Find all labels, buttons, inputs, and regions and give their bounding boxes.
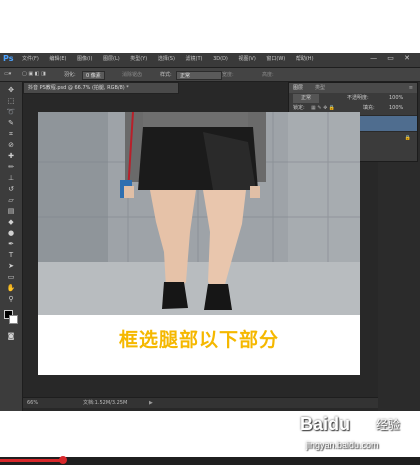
quick-selection-tool-icon[interactable]: ✎ <box>5 119 17 128</box>
layers-panel-header: 图层 类型 ≡ <box>289 83 417 93</box>
history-brush-tool-icon[interactable]: ↺ <box>5 185 17 194</box>
feather-label: 羽化: <box>64 72 76 78</box>
pen-tool-icon[interactable]: ✒ <box>5 240 17 249</box>
layer-lock-icon: 🔒 <box>404 135 411 141</box>
background-color-swatch[interactable] <box>9 315 18 324</box>
window-controls[interactable]: — ▭ ✕ <box>370 54 414 62</box>
rectangular-marquee-tool-icon[interactable]: ⬚ <box>5 97 17 106</box>
rectangle-tool-icon[interactable]: ▭ <box>5 273 17 282</box>
style-label: 样式: <box>160 72 172 78</box>
menu-type[interactable]: 类型(Y) <box>130 56 147 62</box>
opacity-label: 不透明度: <box>347 95 369 101</box>
hand-tool-icon[interactable]: ✋ <box>5 284 17 293</box>
blend-row: 正常 不透明度: 100% <box>289 94 417 103</box>
menu-edit[interactable]: 编辑(E) <box>49 56 66 62</box>
menu-image[interactable]: 图像(I) <box>77 56 92 62</box>
tutorial-caption: 框选腿部以下部分 <box>118 329 279 351</box>
menu-filter[interactable]: 滤镜(T) <box>186 56 203 62</box>
height-label: 高度: <box>262 72 274 78</box>
menu-layer[interactable]: 图层(L) <box>103 56 120 62</box>
menu-select[interactable]: 选择(S) <box>158 56 175 62</box>
opacity-input[interactable]: 100% <box>389 94 403 103</box>
dodge-tool-icon[interactable]: ● <box>5 229 17 238</box>
menu-view[interactable]: 视图(V) <box>238 56 255 62</box>
status-bar: 66% 文档:1.52M/3.25M ▶ <box>23 397 378 408</box>
document-canvas[interactable]: 框选腿部以下部分 <box>38 112 360 375</box>
baidu-jingyan-watermark: Baidu 经验 jingyan.baidu.com <box>300 410 415 456</box>
clone-stamp-tool-icon[interactable]: ⊥ <box>5 174 17 183</box>
menu-bar: Ps 文件(F) 编辑(E) 图像(I) 图层(L) 类型(Y) 选择(S) 滤… <box>0 53 420 68</box>
blend-mode-select[interactable]: 正常 <box>293 94 320 103</box>
move-tool-icon[interactable]: ✥ <box>5 86 17 95</box>
caption-area: 框选腿部以下部分 <box>38 315 360 375</box>
fill-input[interactable]: 100% <box>389 104 403 113</box>
tools-panel: ✥ ⬚ ➰ ✎ ⌗ ⊘ ✚ ✏ ⊥ ↺ ▱ ▤ ◆ ● ✒ T ➤ ▭ ✋ ⚲ … <box>0 82 23 411</box>
eyedropper-tool-icon[interactable]: ⊘ <box>5 141 17 150</box>
status-arrow-icon[interactable]: ▶ <box>149 398 153 408</box>
brush-tool-icon[interactable]: ✏ <box>5 163 17 172</box>
style-select[interactable]: 正常 <box>176 71 222 80</box>
selection-mode-icons[interactable]: ▢ ▣ ◧ ◨ <box>22 71 46 77</box>
panel-menu-icon[interactable]: ≡ <box>409 83 413 93</box>
blur-tool-icon[interactable]: ◆ <box>5 218 17 227</box>
quick-mask-icon[interactable]: ◙ <box>5 332 17 341</box>
layer-kind-filter[interactable]: 类型 <box>315 83 325 93</box>
antialias-checkbox[interactable]: 消除锯齿 <box>122 71 142 78</box>
photo <box>38 112 360 315</box>
menu-3d[interactable]: 3D(D) <box>213 56 228 62</box>
document-size[interactable]: 文档:1.52M/3.25M <box>83 398 127 408</box>
options-bar: ▭▾ ▢ ▣ ◧ ◨ 羽化: 0 像素 消除锯齿 样式: 正常 宽度: 高度: <box>0 68 420 82</box>
crop-tool-icon[interactable]: ⌗ <box>5 130 17 139</box>
zoom-tool-icon[interactable]: ⚲ <box>5 295 17 304</box>
gradient-tool-icon[interactable]: ▤ <box>5 207 17 216</box>
zoom-level[interactable]: 66% <box>27 398 38 408</box>
eraser-tool-icon[interactable]: ▱ <box>5 196 17 205</box>
type-tool-icon[interactable]: T <box>5 251 17 260</box>
menu-window[interactable]: 窗口(W) <box>266 56 285 62</box>
marquee-tool-preset-icon[interactable]: ▭▾ <box>4 71 11 77</box>
video-progress-fill <box>0 459 63 462</box>
path-selection-tool-icon[interactable]: ➤ <box>5 262 17 271</box>
watermark-url: jingyan.baidu.com <box>306 440 379 450</box>
video-progress-handle[interactable] <box>59 456 67 464</box>
document-tab[interactable]: 抖音 PS教程.psd @ 66.7% (拍腿, RGB/8) * <box>23 82 179 94</box>
lasso-tool-icon[interactable]: ➰ <box>5 108 17 117</box>
baidu-logo: Baidu <box>300 414 351 434</box>
photoshop-logo: Ps <box>3 54 14 63</box>
menu-items: 文件(F) 编辑(E) 图像(I) 图层(L) 类型(Y) 选择(S) 滤镜(T… <box>22 55 323 62</box>
feather-input[interactable]: 0 像素 <box>82 71 105 80</box>
layers-tab[interactable]: 图层 <box>293 83 303 93</box>
healing-brush-tool-icon[interactable]: ✚ <box>5 152 17 161</box>
fill-label: 填充: <box>363 105 375 111</box>
menu-file[interactable]: 文件(F) <box>22 56 39 62</box>
menu-help[interactable]: 帮助(H) <box>296 56 314 62</box>
jingyan-label: 经验 <box>376 418 401 432</box>
width-label: 宽度: <box>222 72 234 78</box>
